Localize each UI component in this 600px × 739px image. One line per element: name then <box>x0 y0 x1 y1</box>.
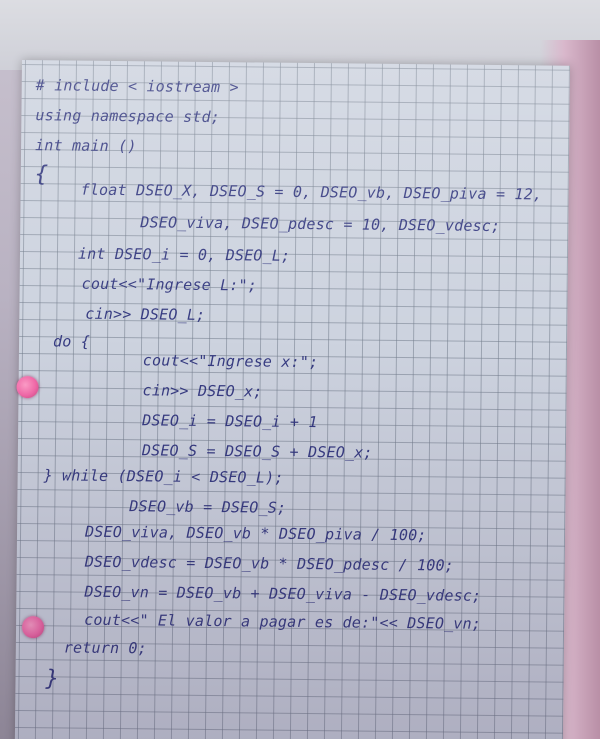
code-line-sum: DSEO_S = DSEO_S + DSEO_x; <box>141 441 373 462</box>
code-line-using: using namespace std; <box>35 106 221 127</box>
code-line-float-decl: float DSEO_X, DSEO_S = 0, DSEO_vb, DSEO_… <box>80 180 543 204</box>
code-line-float-decl-cont: DSEO_viva, DSEO_pdesc = 10, DSEO_vdesc; <box>140 213 501 236</box>
photo-scene: # include < iostream > using namespace s… <box>0 0 600 739</box>
code-line-do: do { <box>52 332 91 351</box>
background-top <box>0 0 600 70</box>
code-line-cin-x: cin>> DSEO_x; <box>142 381 263 401</box>
code-line-include: # include < iostream > <box>35 76 239 97</box>
code-line-vb: DSEO_vb = DSEO_S; <box>129 497 287 517</box>
binder-hole <box>21 616 45 639</box>
code-line-open-brace: { <box>34 162 49 188</box>
code-line-viva: DSEO_viva, DSEO_vb * DSEO_piva / 100; <box>84 522 427 545</box>
code-line-return: return 0; <box>63 638 148 658</box>
grid-paper-sheet: # include < iostream > using namespace s… <box>14 60 570 739</box>
code-line-cout-result: cout<<" El valor a pagar es de:"<< DSEO_… <box>84 610 482 633</box>
code-line-int-decl: int DSEO_i = 0, DSEO_L; <box>77 244 291 265</box>
code-line-cout-x: cout<<"Ingrese x:"; <box>142 351 319 372</box>
code-line-cin-L: cin>> DSEO_L; <box>85 304 206 324</box>
code-line-increment: DSEO_i = DSEO_i + 1 <box>142 411 318 432</box>
code-line-cout-L: cout<<"Ingrese L:"; <box>81 274 258 295</box>
code-line-close-brace: } <box>45 666 60 692</box>
code-line-vdesc: DSEO_vdesc = DSEO_vb * DSEO_pdesc / 100; <box>84 552 455 575</box>
binder-hole <box>16 375 39 399</box>
code-line-while: } while (DSEO_i < DSEO_L); <box>43 466 284 487</box>
code-line-main: int main () <box>35 136 137 156</box>
code-line-vn: DSEO_vn = DSEO_vb + DSEO_viva - DSEO_vde… <box>84 582 482 605</box>
